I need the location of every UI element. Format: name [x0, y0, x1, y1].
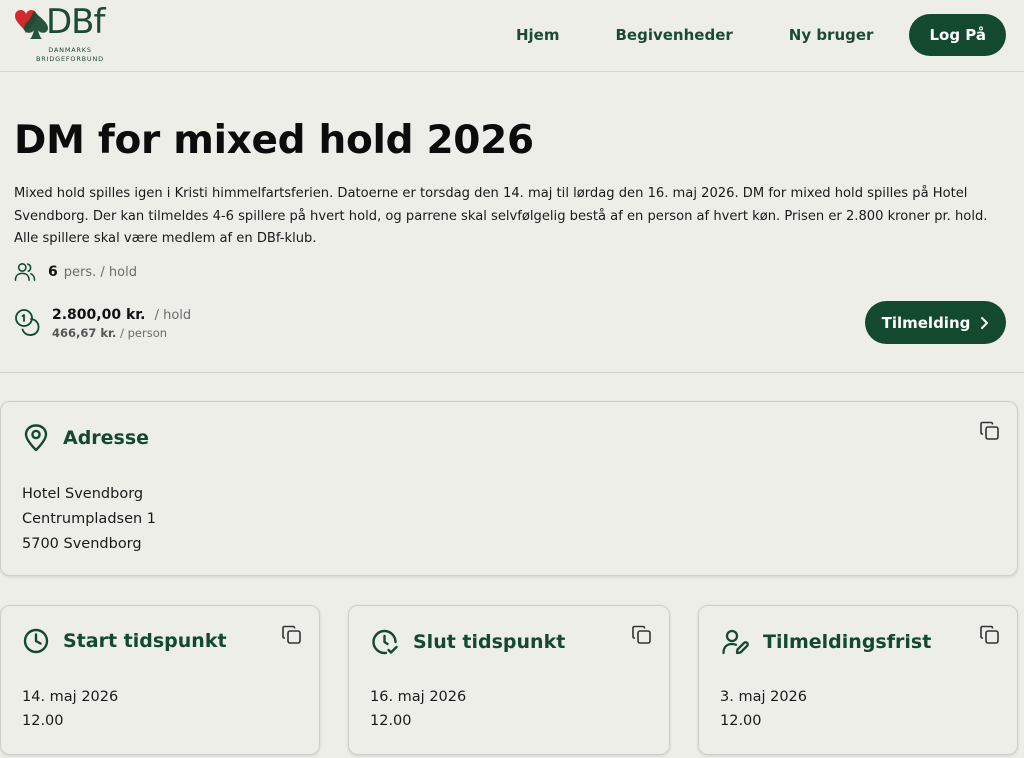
end-time: 12.00: [370, 713, 412, 729]
copy-icon[interactable]: [631, 624, 655, 648]
start-time-card: Start tidspunkt 14. maj 2026 12.00: [0, 605, 320, 755]
person-price-unit: / person: [120, 326, 168, 340]
team-price: 2.800,00 kr.: [52, 307, 146, 323]
dbf-logo[interactable]: DBf DANMARKS BRIDGEFORBUND: [12, 2, 105, 66]
event-description: Mixed hold spilles igen i Kristi himmelf…: [14, 186, 988, 246]
address-card: Adresse Hotel Svendborg Centrumpladsen 1…: [0, 401, 1018, 576]
start-time: 12.00: [22, 713, 64, 729]
address-line-3: 5700 Svendborg: [22, 536, 142, 552]
login-button[interactable]: Log På: [909, 14, 1006, 56]
end-date: 16. maj 2026: [370, 689, 467, 705]
address-line-1: Hotel Svendborg: [22, 486, 144, 502]
section-divider: [0, 372, 1024, 373]
logo-sub-line1: DANMARKS: [48, 46, 92, 54]
clock-check-icon: [371, 628, 399, 656]
deadline-date: 3. maj 2026: [720, 689, 807, 705]
deadline-title: Tilmeldingsfrist: [763, 631, 932, 653]
event-title: DM for mixed hold 2026: [14, 118, 534, 163]
users-icon: [14, 262, 36, 282]
price-info: 2.800,00 kr. / hold 466,67 kr. / person: [14, 304, 191, 340]
persons-per-team: 6 pers. / hold: [14, 262, 137, 282]
copy-icon[interactable]: [979, 624, 1003, 648]
chevron-right-icon: [980, 316, 989, 330]
persons-unit: pers. / hold: [63, 264, 137, 280]
top-navigation-bar: DBf DANMARKS BRIDGEFORBUND Hjem Begivenh…: [0, 0, 1024, 72]
address-line-2: Centrumpladsen 1: [22, 511, 157, 527]
logo-sub-line2: BRIDGEFORBUND: [36, 55, 104, 63]
coins-icon: [14, 307, 44, 340]
map-pin-icon: [23, 424, 49, 452]
deadline-time: 12.00: [720, 713, 762, 729]
end-time-title: Slut tidspunkt: [413, 631, 566, 653]
deadline-card: Tilmeldingsfrist 3. maj 2026 12.00: [698, 605, 1018, 755]
start-date: 14. maj 2026: [22, 689, 119, 705]
nav-link-home[interactable]: Hjem: [516, 26, 560, 44]
signup-button-label: Tilmelding: [881, 313, 971, 332]
logo-wordmark: DBf: [46, 2, 105, 42]
person-price: 466,67 kr.: [52, 326, 117, 340]
nav-link-events[interactable]: Begivenheder: [615, 26, 732, 44]
signup-button[interactable]: Tilmelding: [865, 301, 1006, 344]
clock-icon: [23, 628, 49, 654]
user-edit-icon: [721, 628, 749, 656]
address-title: Adresse: [63, 427, 150, 449]
copy-icon[interactable]: [281, 624, 305, 648]
nav-link-new-user[interactable]: Ny bruger: [789, 26, 874, 44]
team-price-unit: / hold: [154, 308, 192, 323]
start-time-title: Start tidspunkt: [63, 630, 227, 652]
persons-count: 6: [48, 264, 58, 280]
end-time-card: Slut tidspunkt 16. maj 2026 12.00: [348, 605, 670, 755]
logo-subtitle: DANMARKS BRIDGEFORBUND: [30, 46, 110, 64]
copy-icon[interactable]: [979, 420, 1003, 444]
main-nav: Hjem Begivenheder Ny bruger Log På: [516, 14, 1006, 56]
